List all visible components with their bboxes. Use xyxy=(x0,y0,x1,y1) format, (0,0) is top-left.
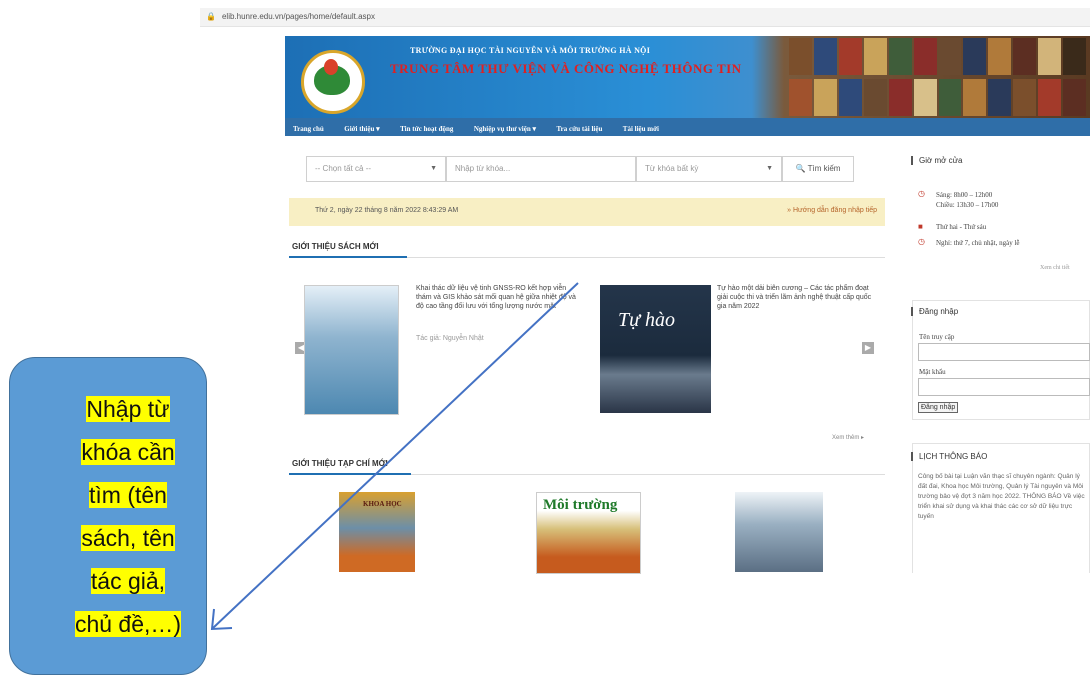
callout-line: chủ đề,…) xyxy=(74,611,182,637)
callout-line: Nhập từ xyxy=(86,396,170,422)
callout-line: sách, tên xyxy=(81,525,175,551)
instruction-callout: Nhập từ khóa cần tìm (tên sách, tên tác … xyxy=(9,357,207,675)
callout-line: tìm (tên xyxy=(89,482,167,508)
callout-line: khóa cần xyxy=(81,439,175,465)
callout-line: tác giả, xyxy=(90,568,166,594)
